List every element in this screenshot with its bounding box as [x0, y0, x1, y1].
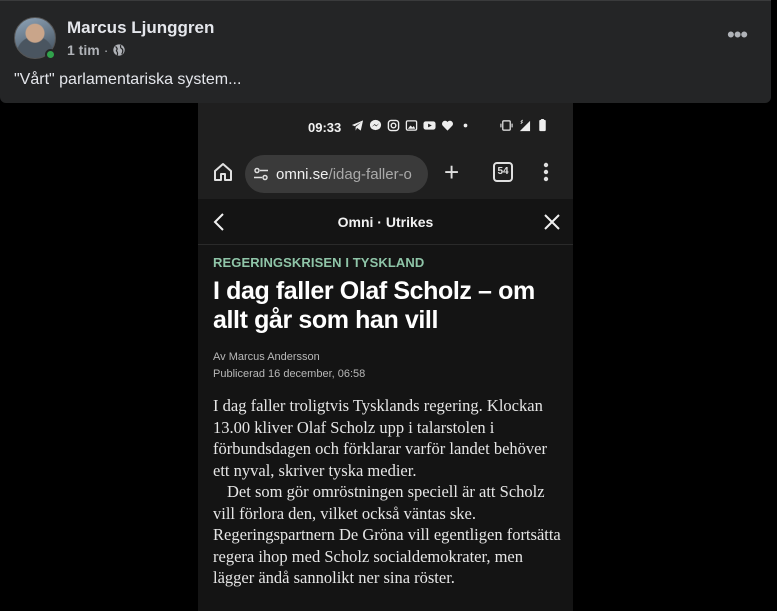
article-header: Omni · Utrikes [198, 199, 573, 245]
status-time: 09:33 [308, 120, 342, 135]
telegram-icon [351, 120, 364, 131]
messenger-icon [369, 119, 382, 131]
home-icon[interactable] [212, 161, 234, 183]
signal-icon [519, 119, 531, 132]
article-headline: I dag faller Olaf Scholz – om allt går s… [213, 277, 535, 334]
paragraph: Det som gör omröstningen speciell är att… [213, 482, 561, 587]
online-indicator [45, 49, 56, 60]
url-path: /idag-faller-o [328, 166, 412, 183]
article-body: I dag faller troligtvis Tysklands regeri… [213, 395, 563, 589]
attached-screenshot[interactable]: 09:33 omni.se/idag-faller-o + 54 Omni · … [198, 103, 573, 611]
vibrate-icon [500, 120, 513, 131]
tab-switcher-button[interactable]: 54 [493, 162, 513, 182]
status-right-icons [500, 119, 549, 132]
paragraph: I dag faller troligtvis Tysklands regeri… [213, 396, 547, 480]
site-settings-icon[interactable] [253, 166, 269, 182]
phone-status-bar: 09:33 [198, 103, 573, 151]
article-kicker: REGERINGSKRISEN I TYSKLAND [213, 255, 425, 270]
author-line: Av Marcus Andersson [213, 351, 320, 363]
address-bar[interactable]: omni.se/idag-faller-o [245, 155, 428, 193]
gallery-icon [405, 120, 418, 131]
youtube-icon [423, 121, 436, 130]
post-time[interactable]: 1 tim [67, 42, 100, 58]
post-text: "Vårt" parlamentariska system... [14, 71, 242, 88]
battery-icon [539, 119, 546, 132]
meta-separator: · [103, 42, 109, 58]
post-meta: 1 tim · [67, 42, 126, 58]
facebook-post: Marcus Ljunggren 1 tim · ••• "Vårt" parl… [0, 0, 771, 103]
notification-icons [351, 119, 472, 132]
published-line: Publicerad 16 december, 06:58 [213, 368, 366, 380]
instagram-icon [387, 119, 400, 132]
post-author-name[interactable]: Marcus Ljunggren [67, 18, 214, 38]
url-domain: omni.se [276, 166, 329, 183]
browser-toolbar: omni.se/idag-faller-o + 54 [198, 151, 573, 199]
section-title: Omni · Utrikes [337, 214, 434, 230]
article-page: Omni · Utrikes REGERINGSKRISEN I TYSKLAN… [198, 199, 573, 611]
url-text[interactable]: omni.se/idag-faller-o [276, 166, 412, 183]
new-tab-button[interactable]: + [444, 159, 459, 185]
heart-icon [442, 120, 453, 131]
more-options-icon[interactable]: ••• [727, 24, 748, 46]
dot-icon [463, 123, 468, 128]
kebab-menu-icon[interactable] [543, 160, 549, 184]
close-icon[interactable] [543, 213, 561, 231]
globe-icon[interactable] [112, 43, 126, 57]
article-byline: Av Marcus Andersson Publicerad 16 decemb… [213, 349, 365, 383]
